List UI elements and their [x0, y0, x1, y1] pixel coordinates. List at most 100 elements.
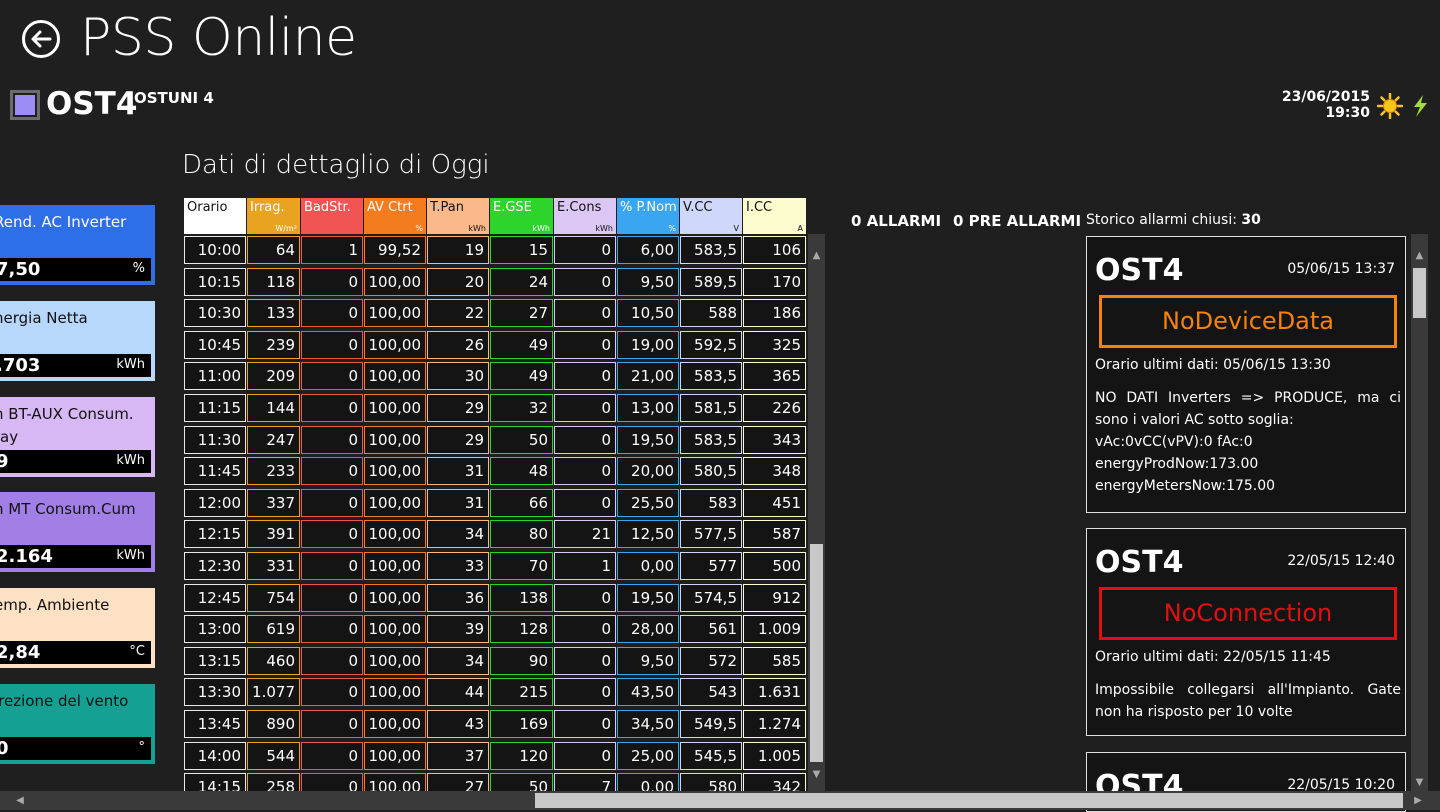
table-cell: 0: [554, 362, 616, 391]
table-cell: 0: [554, 425, 616, 454]
alarms-scrollbar[interactable]: ▲ ▼: [1411, 234, 1428, 791]
column-label: E.GSE: [493, 200, 532, 215]
scroll-up-arrow-icon[interactable]: ▲: [1411, 248, 1428, 264]
table-cell: 0: [554, 615, 616, 644]
kpi-tile[interactable]: emp. Ambiente 2,84 °C: [0, 588, 155, 668]
kpi-label: Rend. AC Inverter: [0, 213, 127, 231]
table-cell: 549,5: [680, 710, 742, 738]
table-cell: 574,5: [680, 583, 742, 612]
column-header[interactable]: T.Pan kWh: [427, 198, 489, 234]
table-cell: 36: [427, 583, 489, 612]
table-cell: 32: [490, 394, 553, 422]
table-cell: 25,50: [617, 488, 679, 517]
column-header[interactable]: Irrag. W/m²: [247, 198, 300, 234]
prealarms-count[interactable]: 0 PRE ALLARMI: [953, 212, 1081, 230]
table-cell: 9,50: [617, 646, 679, 675]
table-cell: 577: [680, 552, 742, 580]
scroll-right-arrow-icon[interactable]: ▶: [1410, 793, 1426, 809]
table-cell: 11:00: [184, 362, 246, 391]
column-header[interactable]: AV Ctrt%: [364, 198, 426, 234]
scroll-down-arrow-icon[interactable]: ▼: [808, 767, 825, 783]
table-scrollbar[interactable]: ▲ ▼: [808, 234, 825, 791]
table-cell: 128: [490, 615, 553, 644]
back-button[interactable]: [22, 20, 60, 58]
table-cell: 26: [427, 330, 489, 359]
scroll-down-arrow-icon[interactable]: ▼: [1411, 775, 1428, 791]
kpi-tile[interactable]: nergia Netta .703 kWh: [0, 301, 155, 381]
table-cell: 581,5: [680, 394, 742, 422]
kpi-label: emp. Ambiente: [0, 596, 110, 614]
table-cell: 31: [427, 488, 489, 517]
kpi-label: n MT Consum.Cum: [0, 500, 136, 518]
table-cell: 100,00: [364, 457, 426, 486]
table-cell: 100,00: [364, 552, 426, 580]
table-cell: 912: [743, 583, 806, 612]
current-date: 23/06/2015: [1281, 89, 1370, 105]
table-cell: 14:00: [184, 741, 246, 770]
card-status: NoConnection: [1099, 587, 1397, 640]
column-header[interactable]: E.GSE kWh: [490, 198, 553, 234]
alarm-card[interactable]: OST4 05/06/15 13:37 NoDeviceData Orario …: [1086, 236, 1406, 513]
column-header[interactable]: E.Cons kWh: [554, 198, 616, 234]
kpi-value: 2.164: [0, 546, 53, 567]
column-header[interactable]: V.CC V: [680, 198, 742, 234]
table-cell: 20,00: [617, 457, 679, 486]
alarms-count[interactable]: 0 ALLARMI: [851, 212, 941, 230]
table-scroll-thumb[interactable]: [810, 544, 823, 762]
kpi-value: 9: [0, 451, 9, 472]
current-time: 19:30: [1325, 105, 1370, 121]
alarm-card[interactable]: OST4 22/05/15 12:40 NoConnection Orario …: [1086, 528, 1406, 736]
column-header[interactable]: Orario: [184, 198, 246, 234]
table-cell: 13:15: [184, 646, 246, 675]
column-label: T.Pan: [430, 200, 464, 215]
kpi-unit: %: [132, 261, 145, 276]
table-cell: 0,00: [617, 552, 679, 580]
table-cell: 37: [427, 741, 489, 770]
table-cell: 0: [554, 457, 616, 486]
page-scroll-thumb[interactable]: [535, 793, 1403, 808]
kpi-tile[interactable]: n BT-AUX Consum. ay 9 kWh: [0, 397, 155, 477]
column-header[interactable]: BadStr.: [301, 198, 363, 234]
table-cell: 43: [427, 710, 489, 738]
kpi-tile[interactable]: Rend. AC Inverter 7,50%: [0, 205, 155, 285]
table-cell: 6,00: [617, 236, 679, 264]
table-cell: 451: [743, 488, 806, 517]
column-header[interactable]: I.CC A: [743, 198, 806, 234]
table-cell: 0: [554, 678, 616, 707]
kpi-tile[interactable]: irezione del vento 0 °: [0, 684, 155, 764]
column-label: % P.Nom: [620, 200, 677, 215]
table-cell: 20: [427, 267, 489, 296]
column-header[interactable]: % P.Nom%: [617, 198, 679, 234]
table-cell: 0: [554, 236, 616, 264]
table-cell: 577,5: [680, 520, 742, 549]
table-cell: 170: [743, 267, 806, 296]
table-cell: 460: [247, 646, 300, 675]
alarms-scroll-thumb[interactable]: [1413, 268, 1426, 318]
scroll-up-arrow-icon[interactable]: ▲: [808, 248, 825, 264]
table-cell: 19: [427, 236, 489, 264]
table-cell: 0: [301, 520, 363, 549]
sun-icon: [1377, 93, 1403, 119]
table-cell: 580,5: [680, 457, 742, 486]
table-cell: 0: [554, 394, 616, 422]
column-label: AV Ctrt: [367, 200, 413, 215]
page-horizontal-scrollbar[interactable]: ◀ ▶: [0, 791, 1440, 810]
lightning-bolt-icon: [1414, 95, 1427, 117]
table-cell: 21,00: [617, 362, 679, 391]
table-cell: 0: [554, 330, 616, 359]
kpi-unit: °: [138, 740, 146, 755]
table-cell: 0: [554, 646, 616, 675]
scroll-left-arrow-icon[interactable]: ◀: [12, 793, 28, 809]
table-cell: 186: [743, 299, 806, 328]
table-cell: 100,00: [364, 488, 426, 517]
kpi-unit: kWh: [116, 357, 145, 372]
table-cell: 0: [554, 488, 616, 517]
plant-code: OST4: [46, 86, 138, 122]
closed-alarms-history[interactable]: Storico allarmi chiusi: 30: [1086, 212, 1261, 228]
card-last-data: Orario ultimi dati: 22/05/15 11:45: [1095, 649, 1331, 665]
table-cell: 100,00: [364, 299, 426, 328]
kpi-tile[interactable]: n MT Consum.Cum 2.164 kWh: [0, 492, 155, 572]
card-last-data: Orario ultimi dati: 05/06/15 13:30: [1095, 357, 1331, 373]
table-cell: 12:00: [184, 488, 246, 517]
table-cell: 120: [490, 741, 553, 770]
